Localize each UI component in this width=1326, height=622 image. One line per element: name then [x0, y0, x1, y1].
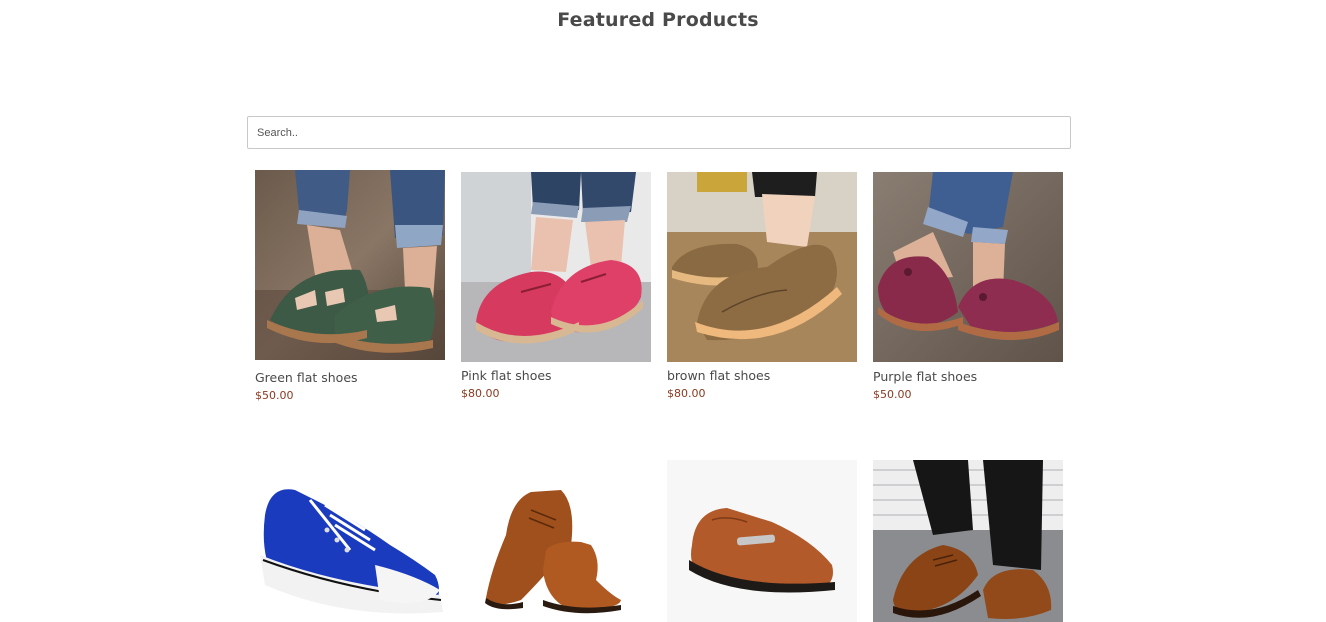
- product-image-purple-sandal[interactable]: [873, 172, 1063, 362]
- product-name[interactable]: brown flat shoes: [667, 368, 770, 383]
- product-image-brown-loafer[interactable]: [667, 172, 857, 362]
- product-image-brown-oxford[interactable]: [873, 460, 1063, 622]
- product-image-brown-boots[interactable]: [461, 460, 651, 622]
- search-input[interactable]: [247, 116, 1071, 149]
- product-price: $80.00: [461, 387, 500, 400]
- product-name[interactable]: Green flat shoes: [255, 370, 358, 385]
- product-name[interactable]: Purple flat shoes: [873, 369, 977, 384]
- product-name[interactable]: Pink flat shoes: [461, 368, 552, 383]
- product-image-green-sandal[interactable]: [255, 170, 445, 360]
- product-image-blue-sneaker[interactable]: [255, 460, 445, 622]
- page-title: Featured Products: [557, 9, 759, 31]
- product-price: $50.00: [873, 388, 912, 401]
- product-price: $80.00: [667, 387, 706, 400]
- product-price: $50.00: [255, 389, 294, 402]
- product-image-tan-loafer[interactable]: [667, 460, 857, 622]
- product-image-pink-loafer[interactable]: [461, 172, 651, 362]
